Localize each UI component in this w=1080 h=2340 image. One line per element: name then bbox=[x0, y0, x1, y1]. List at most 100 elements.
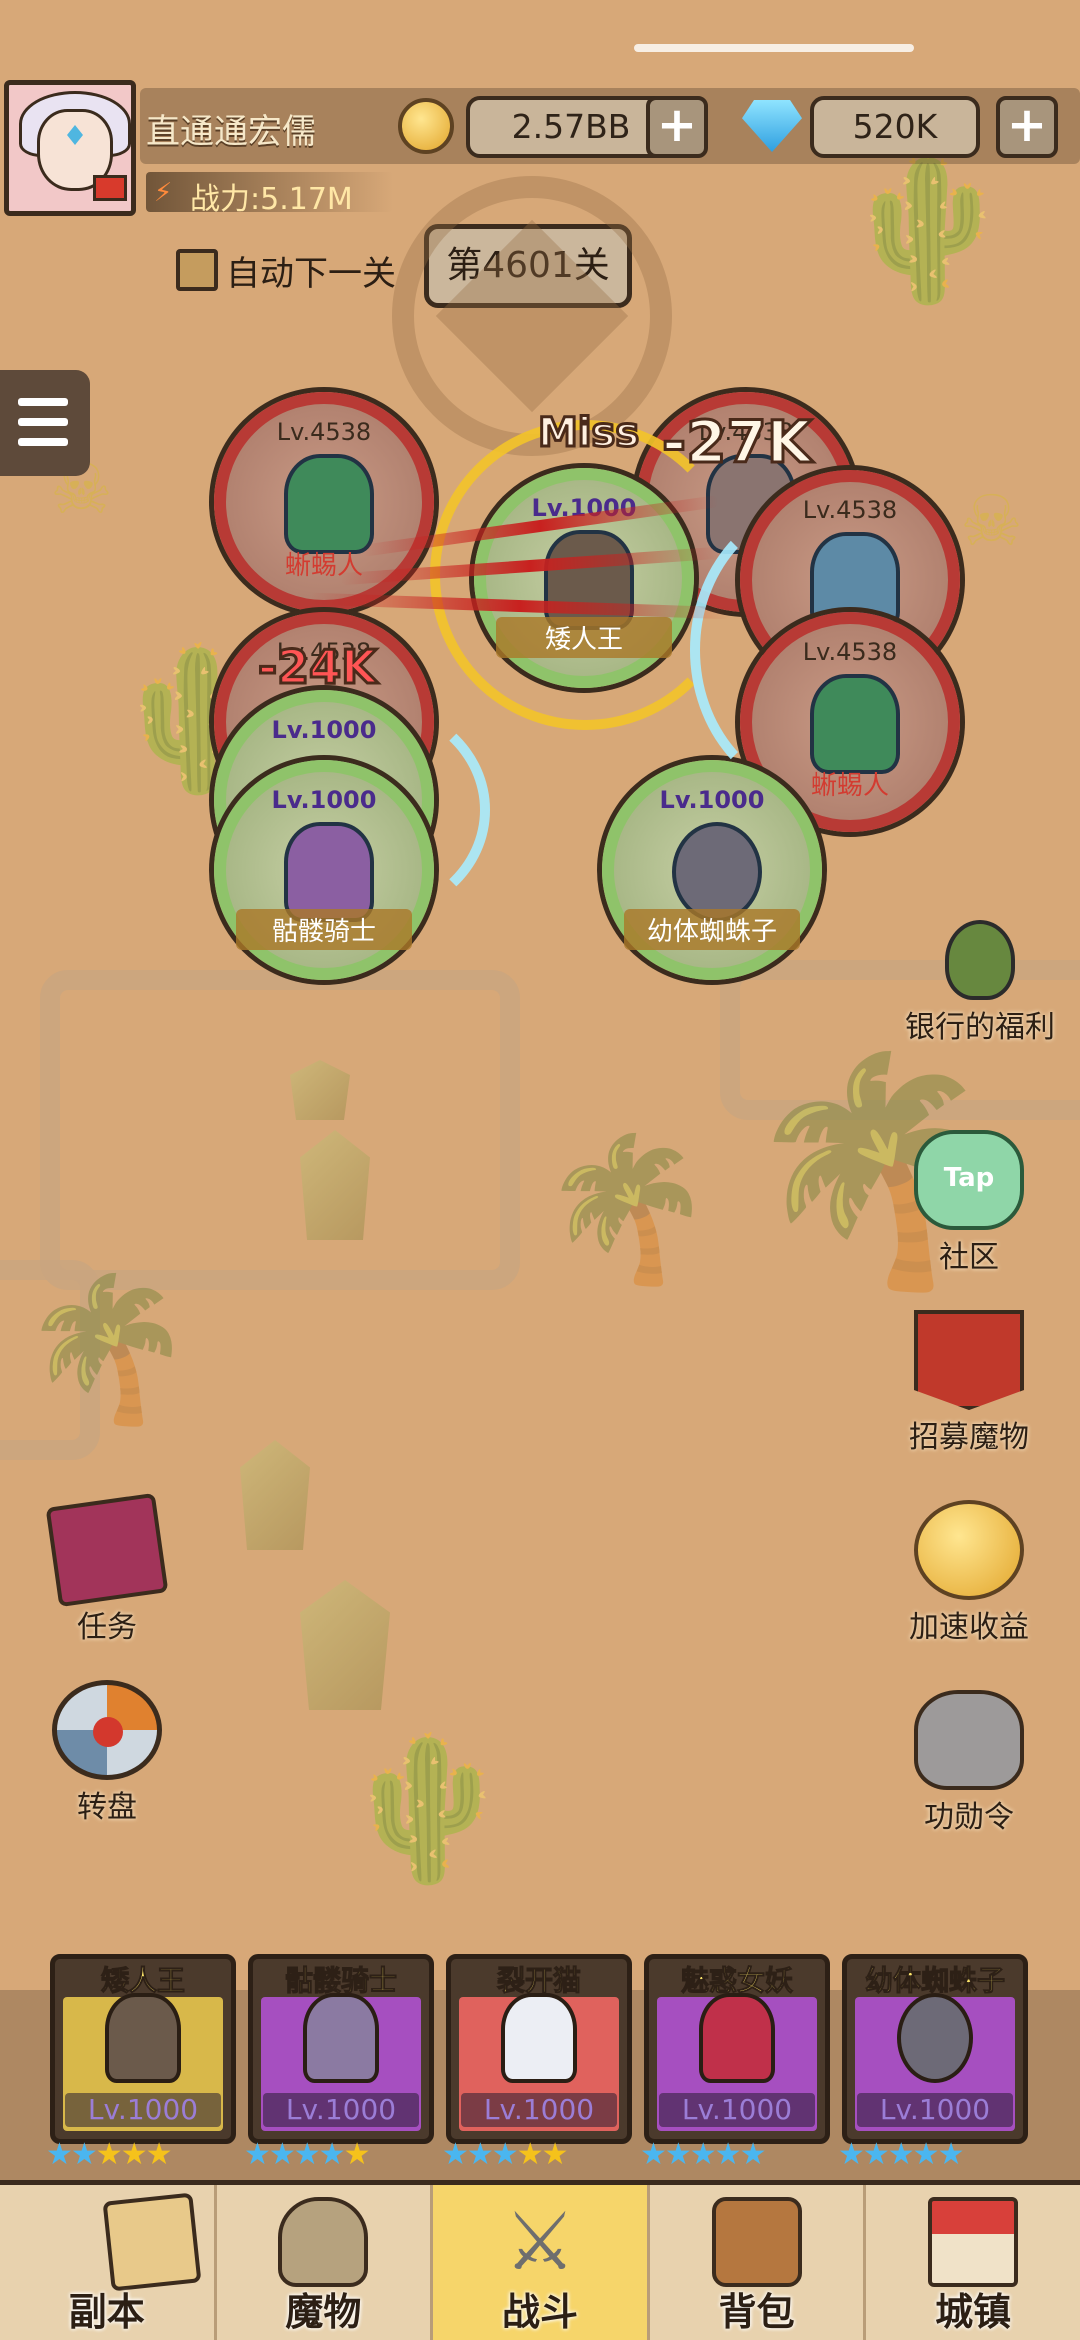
menu-line bbox=[18, 438, 68, 446]
monster-helmet-icon bbox=[278, 2197, 369, 2287]
player-avatar[interactable] bbox=[4, 80, 136, 216]
tasks-button[interactable]: 任务 bbox=[22, 1492, 192, 1646]
nav-label: 魔物 bbox=[285, 2290, 362, 2334]
menu-line bbox=[18, 418, 68, 426]
hero-star-rating: ★★★★★ bbox=[244, 2137, 371, 2172]
ice-slash-effect bbox=[250, 700, 490, 920]
auto-next-toggle[interactable]: 自动下一关 bbox=[176, 248, 396, 294]
hero-name: 骷髅骑士 bbox=[284, 1964, 397, 1998]
nav-battle[interactable]: ⚔ 战斗 bbox=[433, 2185, 650, 2340]
taptap-cloud-icon: Tap bbox=[914, 1130, 1024, 1230]
star-icon: ★★★★ bbox=[244, 2137, 346, 2172]
star-icon: ★★★ bbox=[442, 2137, 519, 2172]
nav-town[interactable]: 城镇 bbox=[866, 2185, 1080, 2340]
gold-coin-boost-icon bbox=[914, 1500, 1024, 1600]
goblin-banker-icon bbox=[945, 920, 1015, 1000]
star-icon: ★★★★★ bbox=[640, 2137, 766, 2172]
hero-level: Lv.1000 bbox=[659, 2093, 815, 2127]
baby-spider-portrait bbox=[897, 1993, 973, 2083]
combat-power-value: 战力:5.17M bbox=[190, 182, 353, 217]
hero-level: Lv.1000 bbox=[263, 2093, 419, 2127]
hero-star-rating: ★★★★★ bbox=[640, 2137, 766, 2172]
star-icon: ★★★★★ bbox=[838, 2137, 964, 2172]
map-icon bbox=[102, 2192, 202, 2292]
nav-monsters[interactable]: 魔物 bbox=[217, 2185, 434, 2340]
player-name: 直通通宏儒 bbox=[146, 112, 316, 152]
star-icon: ★★★ bbox=[95, 2137, 173, 2172]
hero-name: 裂开猫 bbox=[496, 1964, 581, 1998]
auto-next-checkbox[interactable] bbox=[176, 249, 218, 291]
map-path bbox=[40, 970, 520, 1290]
ice-slash-effect bbox=[690, 500, 950, 800]
hero-name: 矮人王 bbox=[100, 1964, 185, 1998]
star-icon: ★ bbox=[343, 2137, 371, 2172]
shop-icon bbox=[928, 2197, 1019, 2287]
nav-dungeon[interactable]: 副本 bbox=[0, 2185, 217, 2340]
wheel-button[interactable]: 转盘 bbox=[22, 1680, 192, 1826]
team-card-dwarf-king[interactable]: 矮人王 Lv.1000 bbox=[50, 1954, 236, 2144]
bank-bonus-label: 银行的福利 bbox=[905, 1010, 1055, 1045]
hero-level: Lv.1000 bbox=[461, 2093, 617, 2127]
recruit-banner-icon bbox=[914, 1310, 1024, 1410]
home-indicator bbox=[634, 44, 914, 52]
auto-next-label: 自动下一关 bbox=[226, 253, 396, 294]
speed-income-button[interactable]: 加速收益 bbox=[884, 1500, 1054, 1646]
unit-name: 幼体蜘蛛子 bbox=[624, 909, 800, 950]
menu-line bbox=[18, 398, 68, 406]
skull-decoration: ☠ bbox=[960, 480, 1023, 562]
tasks-label: 任务 bbox=[77, 1610, 137, 1645]
hero-name: 魅惑女妖 bbox=[680, 1964, 793, 1998]
nav-backpack[interactable]: 背包 bbox=[650, 2185, 867, 2340]
quest-book-icon bbox=[45, 1492, 169, 1608]
damage-number: -27K bbox=[661, 407, 814, 478]
hero-level: Lv.1000 bbox=[857, 2093, 1013, 2127]
lizardman-figure bbox=[284, 454, 374, 554]
menu-button[interactable] bbox=[0, 370, 90, 476]
succubus-portrait bbox=[699, 1993, 775, 2083]
cactus-decoration: 🌵 bbox=[340, 1728, 515, 1891]
tree-decoration: 🌴 bbox=[540, 1128, 715, 1291]
bank-bonus-button[interactable]: 银行的福利 bbox=[880, 920, 1080, 1046]
nav-label: 背包 bbox=[718, 2290, 795, 2334]
recruit-monster-label: 招募魔物 bbox=[909, 1420, 1029, 1455]
team-card-split-cat[interactable]: 裂开猫 Lv.1000 bbox=[446, 1954, 632, 2144]
crystal-decoration bbox=[300, 1580, 390, 1710]
bottom-nav: 副本 魔物 ⚔ 战斗 背包 城镇 bbox=[0, 2180, 1080, 2340]
merit-order-label: 功勋令 bbox=[924, 1800, 1014, 1835]
star-icon: ★★ bbox=[46, 2137, 98, 2172]
knight-helmet-icon bbox=[914, 1690, 1024, 1790]
merit-order-button[interactable]: 功勋令 bbox=[884, 1690, 1054, 1836]
recruit-monster-button[interactable]: 招募魔物 bbox=[884, 1310, 1054, 1456]
team-card-succubus[interactable]: 魅惑女妖 Lv.1000 bbox=[644, 1954, 830, 2144]
dwarf-king-portrait bbox=[105, 1993, 181, 2083]
spin-wheel-icon bbox=[52, 1680, 162, 1780]
nav-label: 城镇 bbox=[935, 2290, 1012, 2334]
hero-star-rating: ★★★★★ bbox=[442, 2137, 568, 2172]
split-cat-portrait bbox=[501, 1993, 577, 2083]
add-diamond-button[interactable]: + bbox=[996, 96, 1058, 158]
damage-number: -24K bbox=[257, 639, 379, 696]
gold-amount: 2.57BB bbox=[466, 96, 676, 158]
community-button[interactable]: Tap 社区 bbox=[884, 1130, 1054, 1276]
team-card-baby-spider[interactable]: 幼体蜘蛛子 Lv.1000 bbox=[842, 1954, 1028, 2144]
community-label: 社区 bbox=[939, 1240, 999, 1275]
backpack-icon bbox=[711, 2197, 802, 2287]
nav-label: 副本 bbox=[68, 2290, 145, 2334]
unit-level: Lv.4538 bbox=[276, 418, 372, 446]
tree-decoration: 🌴 bbox=[20, 1268, 195, 1431]
hero-star-rating: ★★★★★ bbox=[838, 2137, 964, 2172]
gold-coin-icon bbox=[398, 98, 454, 154]
crossed-swords-icon: ⚔ bbox=[504, 2195, 576, 2288]
nav-label: 战斗 bbox=[501, 2290, 578, 2334]
miss-text: Miss bbox=[536, 409, 640, 458]
power-icon: ⚡ bbox=[154, 178, 173, 208]
speed-income-label: 加速收益 bbox=[909, 1610, 1029, 1645]
flag-icon bbox=[93, 175, 127, 201]
team-card-skeleton-knight[interactable]: 骷髅骑士 Lv.1000 bbox=[248, 1954, 434, 2144]
add-gold-button[interactable]: + bbox=[646, 96, 708, 158]
hero-star-rating: ★★★★★ bbox=[46, 2137, 173, 2172]
baby-spider-figure bbox=[672, 822, 762, 922]
hero-level: Lv.1000 bbox=[65, 2093, 221, 2127]
crystal-decoration bbox=[240, 1440, 310, 1550]
wheel-label: 转盘 bbox=[77, 1790, 137, 1825]
